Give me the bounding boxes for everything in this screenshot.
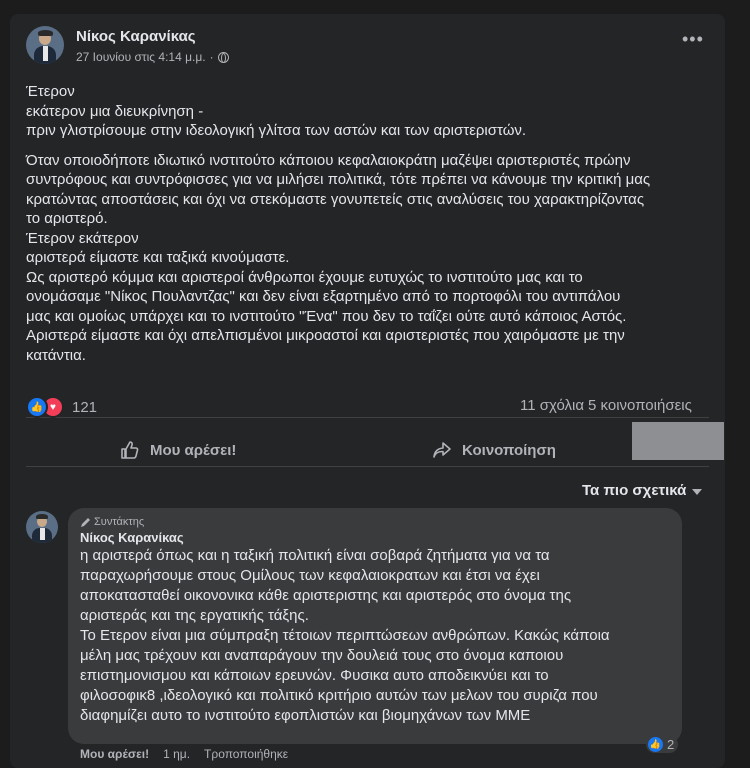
meta-separator: · xyxy=(209,50,214,64)
post-line: συντρόφους και συντρόφισσες για να μιλήσ… xyxy=(26,171,651,188)
more-options-icon[interactable]: ••• xyxy=(682,30,704,48)
comment-sort-dropdown[interactable]: Τα πιο σχετικά xyxy=(582,482,703,499)
reaction-summary[interactable]: 👍 ♥ 121 xyxy=(26,396,97,418)
post-timestamp[interactable]: 27 Ιουνίου στις 4:14 μ.μ. xyxy=(76,50,206,64)
comment-actions: Μου αρέσει! 1 ημ. Τροποποιήθηκε xyxy=(80,747,288,761)
comment-line: επιστημονισμου και κάποιων ερευνών. Φυσι… xyxy=(80,667,549,684)
comment-body: η αριστερά όπως και η ταξική πολιτική εί… xyxy=(80,546,674,726)
author-avatar[interactable] xyxy=(26,26,64,64)
comments-count[interactable]: 11 σχόλια xyxy=(520,397,584,414)
comment-author-name[interactable]: Νίκος Καρανίκας xyxy=(80,530,184,545)
comment-line: μέλη μας τρέχουν και αναπαράγουν την δου… xyxy=(80,647,564,664)
caret-down-icon xyxy=(692,488,703,495)
thumbs-up-icon: 👍 xyxy=(26,396,48,418)
post-line: αριστερά είμαστε και ταξικά κινούμαστε. xyxy=(26,249,290,266)
share-arrow-icon xyxy=(433,442,451,458)
comment-line: η αριστερά όπως και η ταξική πολιτική εί… xyxy=(80,547,550,564)
post-line: το αριστερό. xyxy=(26,210,108,227)
comment-time[interactable]: 1 ημ. xyxy=(163,747,190,761)
sort-label: Τα πιο σχετικά xyxy=(582,482,687,499)
badge-label: Συντάκτης xyxy=(94,516,145,528)
comment-line: διαφημίζει αυτο το ινστιτούτο εφοπλιστών… xyxy=(80,707,531,724)
thumbs-up-icon xyxy=(121,441,139,459)
pencil-icon xyxy=(81,517,90,527)
thumbs-up-icon: 👍 xyxy=(648,737,663,752)
comment-line: αριστεράς και της εργατικής τάξης. xyxy=(80,607,309,624)
shares-count[interactable]: 5 κοινοποιήσεις xyxy=(588,397,692,414)
reaction-count: 121 xyxy=(72,398,98,416)
globe-icon xyxy=(217,51,229,63)
post-line: Έτερον xyxy=(26,83,75,100)
comment-line: Το Ετερον είναι μια σύμπραξη τέτοιων περ… xyxy=(80,627,610,644)
post-line: Αριστερά είμαστε και όχι απελπισμένοι μι… xyxy=(26,327,625,344)
post-body: Έτερον εκάτερον μια διευκρίνηση - πριν γ… xyxy=(26,82,716,365)
post-stats: 11 σχόλια 5 κοινοποιήσεις xyxy=(520,397,692,414)
comment-reaction-count: 2 xyxy=(667,737,675,752)
like-button[interactable]: Μου αρέσει! xyxy=(120,440,236,460)
post-line: μας και ομοίως υπάρχει και το ινστιτούτο… xyxy=(26,307,627,325)
post-meta: 27 Ιουνίου στις 4:14 μ.μ. · xyxy=(76,50,229,64)
post-line: κρατώντας αποστάσεις και όχι να στεκόμασ… xyxy=(26,190,645,208)
like-label: Μου αρέσει! xyxy=(150,441,237,459)
comment-bubble: Συντάκτης Νίκος Καρανίκας η αριστερά όπω… xyxy=(68,508,682,744)
post-line: ονομάσαμε "Νίκος Πουλαντζας" και δεν είν… xyxy=(26,288,621,305)
divider xyxy=(26,417,709,418)
redacted-block xyxy=(632,422,724,460)
comment-line: αποκατασταθεί οικονονικα κάθε αριστεριστ… xyxy=(80,587,572,604)
comment-edited[interactable]: Τροποποιήθηκε xyxy=(204,747,288,761)
post-card: Νίκος Καρανίκας 27 Ιουνίου στις 4:14 μ.μ… xyxy=(10,14,725,768)
comment-like-button[interactable]: Μου αρέσει! xyxy=(80,747,149,761)
commenter-avatar[interactable] xyxy=(26,511,58,543)
post-line: πριν γλιστρίσουμε στην ιδεολογική γλίτσα… xyxy=(26,122,527,139)
comment-line: παραχωρήσουμε στους Ομίλους των κεφαλαιο… xyxy=(80,567,540,584)
post-line: κατάντια. xyxy=(26,346,86,364)
author-badge: Συντάκτης xyxy=(80,516,144,528)
comment-line: φιλοσοφικ8 ,ιδεολογικό και πολιτικό κριτ… xyxy=(80,687,598,704)
comment-reaction[interactable]: 👍 2 xyxy=(646,736,679,753)
post-line: εκάτερον μια διευκρίνηση - xyxy=(26,102,204,120)
divider xyxy=(26,466,709,467)
post-line: Έτερον εκάτερον xyxy=(26,229,139,247)
share-label: Κοινοποίηση xyxy=(462,441,556,459)
share-button[interactable]: Κοινοποίηση xyxy=(432,440,556,460)
post-author-name[interactable]: Νίκος Καρανίκας xyxy=(76,28,196,45)
post-line: Όταν οποιοδήποτε ιδιωτικό ινστιτούτο κάπ… xyxy=(26,151,631,169)
post-line: Ως αριστερό κόμμα και αριστεροί άνθρωποι… xyxy=(26,268,583,286)
